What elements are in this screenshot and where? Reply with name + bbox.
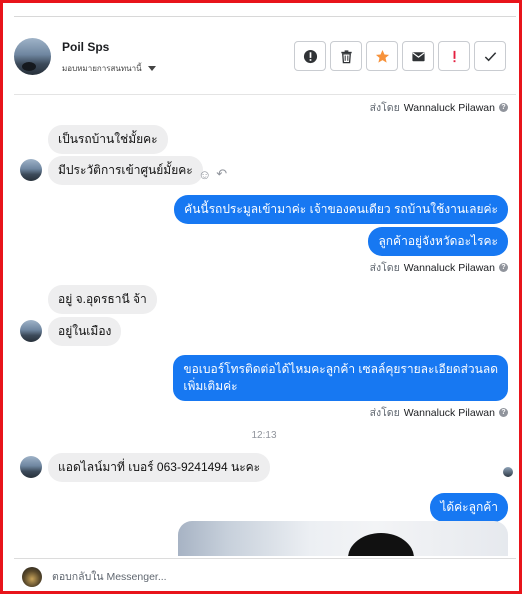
agent-name: Wannaluck Pilawan: [403, 261, 495, 274]
assign-label: มอบหมายการสนทนานี้: [62, 64, 142, 73]
outgoing-message[interactable]: คันนี้รถประมูลเข้ามาค่ะ เจ้าของคนเดียว ร…: [174, 195, 508, 224]
image-attachment[interactable]: [178, 521, 508, 556]
info-icon[interactable]: ?: [499, 408, 508, 417]
agent-name: Wannaluck Pilawan: [403, 101, 495, 114]
info-icon[interactable]: ?: [499, 263, 508, 272]
sent-by-prefix: ส่งโดย: [369, 262, 400, 274]
mark-done-button[interactable]: [474, 41, 506, 71]
message-line: ขอเบอร์โทรติดต่อได้ไหมคะลูกค้า เซลล์คุยร…: [183, 362, 498, 376]
sent-by-label: ส่งโดย Wannaluck Pilawan ?: [370, 99, 508, 116]
assign-conversation-dropdown[interactable]: มอบหมายการสนทนานี้: [62, 62, 156, 75]
incoming-message[interactable]: มีประวัติการเข้าศูนย์มั้ยคะ: [48, 156, 203, 185]
agent-name: Wannaluck Pilawan: [403, 406, 495, 419]
header-actions: [294, 41, 506, 71]
window-frame: Poil Sps มอบหมายการสนทนานี้ ส่งโดย Wanna…: [0, 0, 522, 594]
seen-indicator-avatar: [503, 467, 513, 477]
incoming-message[interactable]: อยู่ จ.อุดรธานี จ้า: [48, 285, 157, 314]
sent-by-label: ส่งโดย Wannaluck Pilawan ?: [370, 404, 508, 421]
star-button[interactable]: [366, 41, 398, 71]
composer-bar: [14, 558, 516, 591]
conversation-header: Poil Sps มอบหมายการสนทนานี้: [14, 17, 516, 95]
incoming-message[interactable]: แอดไลน์มาที่ เบอร์ 063-9241494 นะคะ: [48, 453, 271, 482]
mark-follow-up-button[interactable]: [294, 41, 326, 71]
trash-icon: [340, 49, 352, 63]
time-divider: 12:13: [251, 430, 277, 441]
incoming-message[interactable]: เป็นรถบ้านใช่มั้ยคะ: [48, 125, 168, 154]
outgoing-message[interactable]: ได้ค่ะลูกค้า: [430, 493, 508, 522]
delete-button[interactable]: [330, 41, 362, 71]
sent-by-prefix: ส่งโดย: [369, 407, 400, 419]
image-content: [348, 533, 414, 556]
star-icon: [375, 49, 389, 63]
message-line: เพิ่มเติมค่ะ: [183, 379, 238, 393]
incoming-message[interactable]: อยู่ในเมือง: [48, 317, 122, 346]
mark-unread-button[interactable]: [402, 41, 434, 71]
message-thread[interactable]: ส่งโดย Wannaluck Pilawan ? เป็นรถบ้านใช่…: [14, 95, 514, 556]
outgoing-message[interactable]: ขอเบอร์โทรติดต่อได้ไหมคะลูกค้า เซลล์คุยร…: [173, 355, 508, 401]
mail-icon: [411, 51, 425, 61]
contact-avatar[interactable]: [14, 38, 51, 75]
spam-icon: [453, 50, 455, 62]
info-icon[interactable]: ?: [499, 103, 508, 112]
contact-avatar-small: [20, 456, 42, 478]
mark-spam-button[interactable]: [438, 41, 470, 71]
contact-avatar-small: [20, 159, 42, 181]
caret-down-icon: [147, 66, 156, 71]
outgoing-message[interactable]: ลูกค้าอยู่จังหวัดอะไรคะ: [368, 227, 508, 256]
sent-by-prefix: ส่งโดย: [369, 102, 400, 114]
alert-icon: [303, 49, 317, 63]
contact-name[interactable]: Poil Sps: [62, 40, 109, 54]
smile-reaction-icon[interactable]: ☺: [198, 167, 211, 182]
page-avatar: [22, 567, 42, 587]
reply-input[interactable]: [52, 568, 472, 586]
reply-arrow-icon[interactable]: ↶: [216, 166, 227, 182]
check-icon: [484, 51, 496, 61]
contact-avatar-small: [20, 320, 42, 342]
sent-by-label: ส่งโดย Wannaluck Pilawan ?: [370, 259, 508, 276]
message-actions: ☺ ↶: [198, 166, 227, 182]
